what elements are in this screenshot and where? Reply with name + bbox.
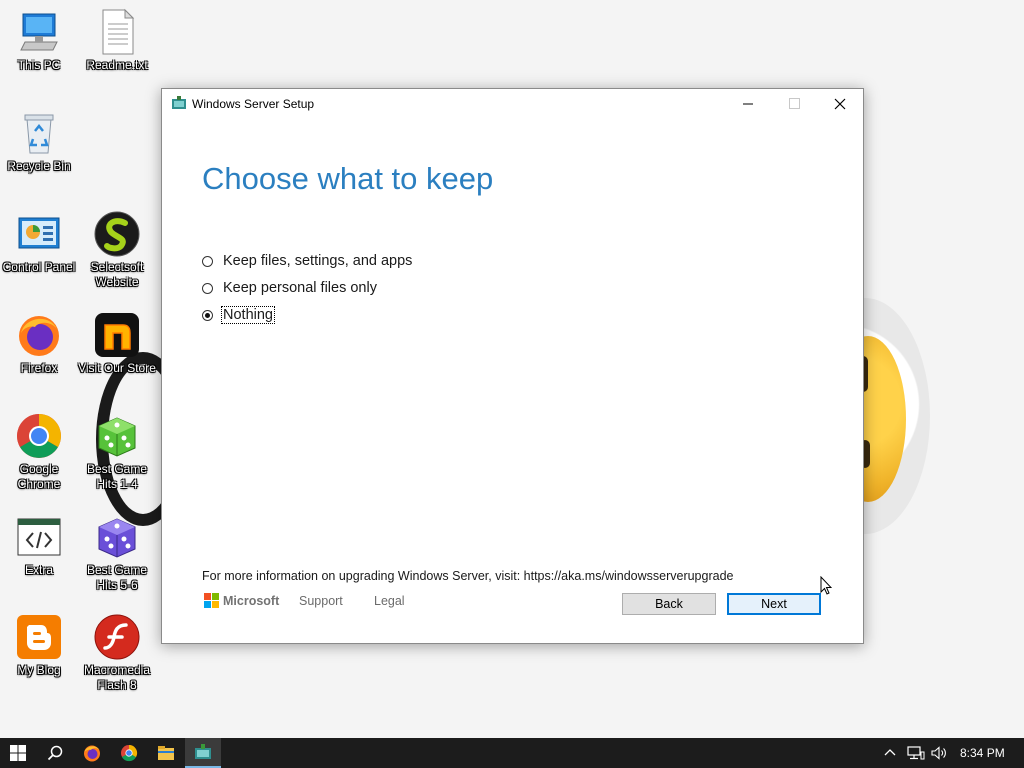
desktop-icon-label: Readme.txt xyxy=(86,58,148,72)
chevron-up-icon xyxy=(884,749,896,756)
desktop-icon-visit-store[interactable]: Visit Our Store xyxy=(78,311,156,376)
option-label: Keep files, settings, and apps xyxy=(223,253,413,269)
clock[interactable]: 8:34 PM xyxy=(960,738,1005,768)
mouse-cursor-icon xyxy=(820,576,832,595)
maximize-icon xyxy=(789,98,800,109)
title-bar[interactable]: Windows Server Setup xyxy=(162,89,863,119)
upgrade-info-text: For more information on upgrading Window… xyxy=(202,569,734,583)
desktop-icon-readme[interactable]: Readme.txt xyxy=(78,8,156,73)
desktop-icon-extra[interactable]: Extra xyxy=(0,513,78,578)
desktop-icon-recycle-bin[interactable]: Recycle Bin xyxy=(0,109,78,174)
microsoft-brand-text: Microsoft xyxy=(223,593,280,608)
window-title: Windows Server Setup xyxy=(192,97,315,111)
store-n-icon xyxy=(93,311,141,359)
text-file-icon xyxy=(93,8,141,56)
recycle-bin-icon xyxy=(15,109,63,157)
microsoft-squares-icon xyxy=(204,593,219,608)
taskbar-chrome[interactable] xyxy=(111,738,147,768)
speaker-icon xyxy=(931,746,946,760)
desktop-icon-control-panel[interactable]: Control Panel xyxy=(0,210,78,275)
folder-icon xyxy=(158,746,174,760)
close-button[interactable] xyxy=(817,89,863,119)
desktop-icon-chrome[interactable]: Google Chrome xyxy=(0,412,78,492)
taskbar-firefox[interactable] xyxy=(74,738,110,768)
desktop-icon-label: My Blog xyxy=(17,663,61,677)
flash-icon xyxy=(93,613,141,661)
desktop-icon-macromedia-flash[interactable]: Macromedia Flash 8 xyxy=(78,613,156,693)
desktop-icon-label: Macromedia Flash 8 xyxy=(83,663,151,692)
desktop-icon-label: Firefox xyxy=(20,361,58,375)
chrome-icon xyxy=(121,744,138,762)
taskbar-file-explorer[interactable] xyxy=(148,738,184,768)
desktop-icon-firefox[interactable]: Firefox xyxy=(0,311,78,376)
chrome-icon xyxy=(15,412,63,460)
network-icon xyxy=(907,746,925,760)
computer-icon xyxy=(15,8,63,56)
minimize-button[interactable] xyxy=(725,89,771,119)
microsoft-logo: Microsoft xyxy=(204,593,279,608)
setup-app-icon xyxy=(195,744,211,759)
setup-app-icon xyxy=(171,96,187,110)
setup-window: Windows Server Setup Choose what to keep… xyxy=(161,88,864,644)
desktop-icon-best-game-hits-1-4[interactable]: Best Game Hits 1-4 xyxy=(78,412,156,492)
windows-logo-icon xyxy=(10,745,26,761)
option-nothing[interactable]: Nothing xyxy=(202,305,275,325)
minimize-icon xyxy=(743,103,753,105)
desktop-icon-label: Extra xyxy=(24,563,53,577)
green-dice-icon xyxy=(93,412,141,460)
firefox-icon xyxy=(84,745,100,762)
desktop-icon-my-blog[interactable]: My Blog xyxy=(0,613,78,678)
page-title: Choose what to keep xyxy=(202,161,494,196)
desktop-icon-label: Control Panel xyxy=(2,260,76,274)
purple-dice-icon xyxy=(93,513,141,561)
next-button[interactable]: Next xyxy=(727,593,821,615)
taskbar-windows-setup[interactable] xyxy=(185,738,221,768)
search-icon xyxy=(47,745,63,761)
start-button[interactable] xyxy=(0,738,36,768)
desktop-icon-label: Visit Our Store xyxy=(78,361,156,375)
close-icon xyxy=(834,98,846,110)
desktop-icon-label: Best Game Hits 1-4 xyxy=(86,462,148,491)
selectsoft-s-icon xyxy=(93,210,141,258)
code-window-icon xyxy=(15,513,63,561)
search-button[interactable] xyxy=(37,738,73,768)
firefox-icon xyxy=(15,311,63,359)
taskbar: 8:34 PM xyxy=(0,738,1024,768)
maximize-button[interactable] xyxy=(771,89,817,119)
control-panel-icon xyxy=(15,210,63,258)
option-label: Nothing xyxy=(221,306,275,324)
desktop-icon-best-game-hits-5-6[interactable]: Best Game Hits 5-6 xyxy=(78,513,156,593)
desktop-icon-label: Best Game Hits 5-6 xyxy=(86,563,148,592)
show-hidden-icons-button[interactable] xyxy=(884,738,896,768)
desktop-icon-label: Google Chrome xyxy=(17,462,61,491)
volume-button[interactable] xyxy=(931,738,949,768)
desktop-icon-label: Recycle Bin xyxy=(7,159,71,173)
legal-link[interactable]: Legal xyxy=(374,594,405,608)
clock-time: 8:34 PM xyxy=(960,746,1005,760)
back-button[interactable]: Back xyxy=(622,593,716,615)
network-button[interactable] xyxy=(907,738,925,768)
desktop-icon-label: This PC xyxy=(17,58,61,72)
support-link[interactable]: Support xyxy=(299,594,343,608)
radio-button-selected[interactable] xyxy=(202,309,213,321)
radio-button[interactable] xyxy=(202,282,213,294)
desktop-icon-label: Selectsoft Website xyxy=(90,260,144,289)
radio-button[interactable] xyxy=(202,255,213,267)
desktop-icon-this-pc[interactable]: This PC xyxy=(0,8,78,73)
option-label: Keep personal files only xyxy=(223,280,377,296)
option-keep-personal-files[interactable]: Keep personal files only xyxy=(202,278,378,298)
desktop-icon-selectsoft[interactable]: Selectsoft Website xyxy=(78,210,156,290)
blogger-icon xyxy=(15,613,63,661)
option-keep-everything[interactable]: Keep files, settings, and apps xyxy=(202,251,413,271)
